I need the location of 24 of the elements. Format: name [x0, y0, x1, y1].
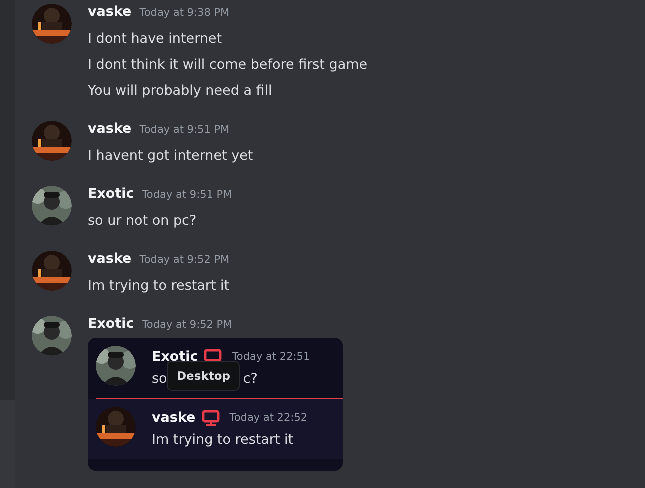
tooltip: Desktop: [167, 361, 240, 391]
timestamp: Today at 9:52 PM: [140, 254, 230, 266]
message-text: so: [152, 370, 168, 389]
username[interactable]: vaske: [152, 410, 196, 426]
message-text: I dont think it will come before first game: [88, 56, 368, 75]
timestamp: Today at 9:52 PM: [142, 319, 232, 331]
timestamp: Today at 9:51 PM: [142, 189, 232, 201]
timestamp: Today at 22:52: [230, 412, 308, 424]
message-text: You will probably need a fill: [88, 82, 274, 101]
username[interactable]: vaske: [88, 121, 132, 137]
timestamp: Today at 22:51: [232, 351, 310, 363]
message-text: I dont have internet: [88, 30, 224, 49]
timestamp: Today at 9:38 PM: [140, 7, 230, 19]
username[interactable]: Exotic: [88, 316, 134, 332]
message-text: I havent got internet yet: [88, 147, 254, 166]
username[interactable]: vaske: [88, 4, 132, 20]
timestamp: Today at 9:51 PM: [140, 124, 230, 136]
username[interactable]: Exotic: [88, 186, 134, 202]
message-text: Im trying to restart it: [152, 431, 294, 450]
username[interactable]: vaske: [88, 251, 132, 267]
message-text: so ur not on pc?: [88, 212, 198, 231]
message-text: Im trying to restart it: [88, 277, 230, 296]
monitor-icon: [202, 410, 220, 426]
message-text: c?: [243, 370, 258, 389]
